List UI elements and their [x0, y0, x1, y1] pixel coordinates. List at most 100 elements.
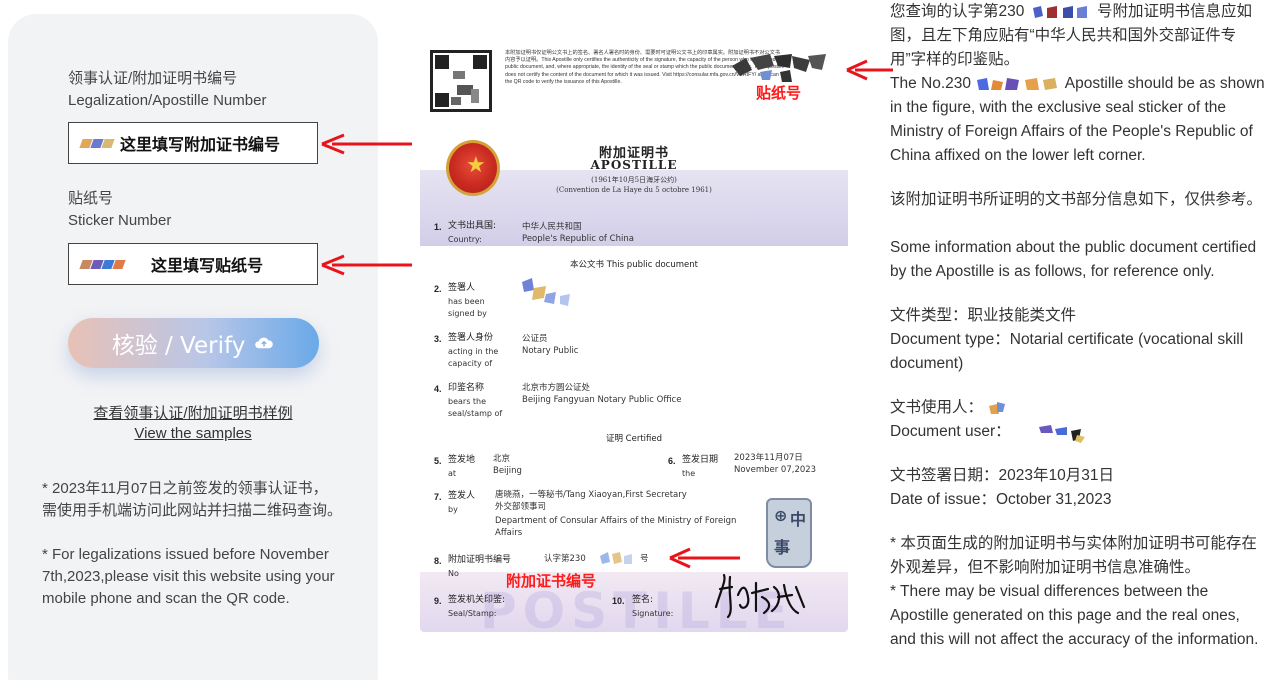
- item-number: 6.: [668, 456, 676, 466]
- redacted-user-blur: [1038, 424, 1085, 443]
- samples-link-en[interactable]: View the samples: [8, 425, 378, 442]
- item-value-en: November 07,2023: [734, 465, 817, 475]
- item-label-en: signed by: [448, 309, 487, 318]
- redacted-blur: [112, 259, 126, 269]
- item-number: 5.: [434, 456, 442, 466]
- item-label-cn: 签发地: [448, 455, 476, 465]
- item-label-cn: 文书出具国:: [448, 221, 497, 231]
- sticker-label-cn: 贴纸号: [68, 190, 114, 207]
- item-label-en: by: [448, 505, 458, 514]
- document-type-en: Document type：Notarial certificate (voca…: [890, 331, 1244, 372]
- item-label-cn: 签名:: [632, 595, 654, 605]
- item-value-cn: 2023年11月07日: [734, 453, 803, 463]
- item-label-en: the: [682, 469, 696, 478]
- redacted-sticker-blur: [732, 54, 826, 82]
- item-number: 10.: [612, 596, 625, 606]
- disclaimer-en: * There may be visual differences betwee…: [890, 583, 1259, 648]
- item-label-en: acting in the: [448, 347, 499, 356]
- apostille-number-annotation: 附加证书编号: [506, 572, 597, 590]
- arrow-left-icon: [846, 59, 893, 81]
- item-label-en: at: [448, 469, 457, 478]
- item-number: 4.: [434, 384, 442, 394]
- verify-button[interactable]: 核验 / Verify: [68, 318, 319, 368]
- document-user-en-label: Document user：: [890, 423, 1011, 440]
- disclaimer-cn: * 本页面生成的附加证明书与实体附加证明书可能存在外观差异，但不影响附加证明书信…: [890, 535, 1257, 576]
- item-value-en: People's Republic of China: [522, 234, 634, 244]
- item-label-cn: 附加证明书编号: [448, 555, 512, 565]
- sticker-hint-text: 这里填写贴纸号: [151, 256, 264, 275]
- item-label-cn: 签发日期: [682, 455, 719, 465]
- legalization-label-en: Legalization/Apostille Number: [68, 92, 267, 109]
- item-label-cn: 签发人: [448, 491, 476, 501]
- item-label-en: Seal/Stamp:: [448, 609, 497, 618]
- redacted-user-blur: [989, 401, 1006, 414]
- redacted-number-blur: [1032, 5, 1087, 18]
- document-type-cn: 文件类型：职业技能类文件: [890, 307, 1077, 324]
- item-value: 外交部领事司: [495, 502, 547, 512]
- partial-info-en: Some information about the public docume…: [890, 239, 1257, 280]
- handwritten-signature: [714, 573, 806, 619]
- item-label-en: Signature:: [632, 609, 674, 618]
- qr-code: [430, 50, 492, 112]
- item-number: 9.: [434, 596, 442, 606]
- item-number: 7.: [434, 492, 442, 502]
- item-label-en: No: [448, 569, 459, 578]
- item-label-cn: 签署人身份: [448, 333, 494, 343]
- item-value: Department of Consular Affairs of the Mi…: [495, 516, 737, 526]
- apostille-number-suffix: 号: [640, 554, 649, 564]
- public-document-line: 本公文书 This public document: [570, 260, 698, 270]
- item-value-cn: 北京市方圆公证处: [522, 383, 591, 393]
- issue-date-cn: 文书签署日期：2023年10月31日: [890, 467, 1114, 484]
- apostille-document: POSTILLE 本附加证明书仅证明公文书上的签名、署名人署名时的身份、需要时可…: [420, 42, 848, 632]
- item-number: 8.: [434, 556, 442, 566]
- item-label-en: capacity of: [448, 359, 493, 368]
- item-label-en: seal/stamp of: [448, 409, 503, 418]
- document-user-cn-label: 文书使用人：: [890, 399, 984, 416]
- samples-link-cn[interactable]: 查看领事认证/附加证明书样例: [8, 402, 378, 423]
- partial-info-cn: 该附加证明书所证明的文书部分信息如下，仅供参考。: [890, 191, 1263, 208]
- item-number: 1.: [434, 222, 442, 232]
- result-summary-en: The No.230 Apostille should be as shown …: [890, 72, 1270, 168]
- item-value-cn: 公证员: [522, 334, 548, 344]
- legalization-hint-text: 这里填写附加证书编号: [120, 135, 281, 154]
- item-value-cn: 北京: [493, 454, 511, 464]
- arrow-left-icon: [669, 547, 740, 569]
- redacted-blur: [101, 138, 115, 148]
- note-cn: * 2023年11月07日之前签发的领事认证书，需使用手机端访问此网站并扫描二维…: [42, 480, 343, 519]
- item-label-en: has been: [448, 297, 485, 306]
- item-label-en: Country:: [448, 235, 482, 244]
- item-value: Affairs: [495, 528, 523, 538]
- item-value-en: Beijing Fangyuan Notary Public Office: [522, 395, 682, 405]
- sticker-label-en: Sticker Number: [68, 212, 172, 229]
- summary-cn-part1: 您查询的认字第230: [890, 3, 1025, 20]
- verify-button-label: 核验 / Verify: [111, 333, 246, 359]
- item-value: 唐晓燕，一等秘书/Tang Xiaoyan,First Secretary: [495, 490, 687, 500]
- item-label-cn: 印鉴名称: [448, 383, 485, 393]
- item-number: 3.: [434, 334, 442, 344]
- sticker-number-annotation: 贴纸号: [756, 84, 802, 102]
- result-summary-cn: 您查询的认字第230 号附加证明书信息应如图，且左下角应贴有“中华人民共和国外交…: [890, 0, 1270, 72]
- item-label-en: bears the: [448, 397, 487, 406]
- item-value-en: Notary Public: [522, 346, 579, 356]
- cloud-upload-icon: [255, 337, 274, 349]
- item-number: 2.: [434, 284, 442, 294]
- legalization-number-input[interactable]: 这里填写附加证书编号: [68, 122, 318, 164]
- legalization-label-cn: 领事认证/附加证明书编号: [68, 70, 238, 87]
- convention-fr: (Convention de La Haye du 5 octobre 1961…: [556, 186, 712, 194]
- redacted-signer-blur: [522, 278, 570, 306]
- apostille-number-value: 认字第230: [544, 554, 586, 564]
- item-label-cn: 签发机关印鉴:: [448, 595, 506, 605]
- redacted-number-blur: [600, 552, 632, 564]
- arrow-left-icon: [321, 133, 412, 155]
- document-user-cn: 文书使用人：: [890, 396, 1270, 420]
- certified-line: 证明 Certified: [605, 434, 663, 444]
- query-form-panel: 领事认证/附加证明书编号 Legalization/Apostille Numb…: [8, 14, 378, 680]
- item-label-cn: 签署人: [448, 283, 476, 293]
- item-value-cn: 中华人民共和国: [522, 222, 582, 232]
- issue-date-en: Date of issue：October 31,2023: [890, 491, 1112, 508]
- item-value-en: Beijing: [493, 466, 522, 476]
- sticker-number-input[interactable]: 这里填写贴纸号: [68, 243, 318, 285]
- summary-en-part1: The No.230: [890, 75, 971, 92]
- redacted-number-blur: [977, 77, 1058, 90]
- arrow-left-icon: [321, 254, 412, 276]
